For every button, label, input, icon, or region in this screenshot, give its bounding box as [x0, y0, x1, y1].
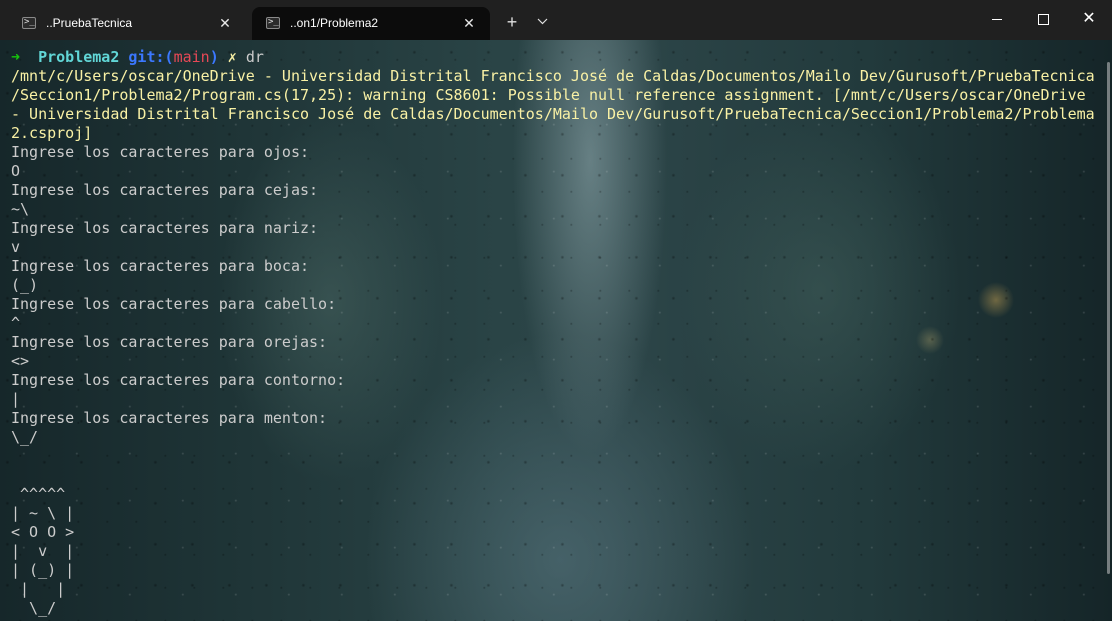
prompt-question: Ingrese los caracteres para boca:	[11, 257, 310, 275]
prompt-question: Ingrese los caracteres para contorno:	[11, 371, 346, 389]
face-art-line: ^^^^^	[11, 485, 66, 503]
title-bar[interactable]: >_ ..PruebaTecnica ✕ >_ ..on1/Problema2 …	[0, 0, 1112, 40]
close-tab-icon[interactable]: ✕	[458, 12, 480, 34]
minimize-icon	[992, 18, 1002, 20]
prompt-line: ➜ Problema2 git:(main) ✗ dr	[11, 48, 1096, 67]
terminal-icon: >_	[22, 17, 36, 29]
close-tab-icon[interactable]: ✕	[214, 12, 236, 34]
prompt-question: Ingrese los caracteres para ojos:	[11, 143, 310, 161]
prompt-directory: Problema2	[38, 48, 120, 66]
tab-title: ..PruebaTecnica	[46, 16, 133, 30]
dirty-marker: ✗	[227, 48, 237, 66]
prompt-question: Ingrese los caracteres para menton:	[11, 409, 328, 427]
face-art-line: | v |	[11, 542, 75, 560]
warning-line: /mnt/c/Users/oscar/OneDrive - Universida…	[11, 67, 1095, 85]
prompt-answer: ~\	[11, 200, 30, 218]
terminal-window: >_ ..PruebaTecnica ✕ >_ ..on1/Problema2 …	[0, 0, 1112, 621]
prompt-answer: <>	[11, 352, 30, 370]
prompt-answer: v	[11, 238, 21, 256]
prompt-question: Ingrese los caracteres para nariz:	[11, 219, 319, 237]
warning-line: /Seccion1/Problema2/Program.cs(17,25): w…	[11, 86, 1086, 104]
prompt-git-suffix: )	[209, 48, 219, 66]
chevron-down-icon[interactable]	[530, 10, 554, 34]
window-controls: ✕	[974, 0, 1112, 38]
tab-title: ..on1/Problema2	[290, 16, 379, 30]
new-tab-button[interactable]: +	[500, 10, 524, 34]
prompt-command: dr	[245, 48, 264, 66]
prompt-answer: |	[11, 390, 21, 408]
maximize-icon	[1037, 13, 1049, 25]
prompt-arrow-icon: ➜	[11, 48, 21, 66]
terminal-pane[interactable]: ➜ Problema2 git:(main) ✗ dr /mnt/c/Users…	[0, 40, 1112, 621]
prompt-question: Ingrese los caracteres para cabello:	[11, 295, 337, 313]
prompt-question: Ingrese los caracteres para orejas:	[11, 333, 328, 351]
prompt-git-prefix: git:(	[128, 48, 174, 66]
terminal-output: ➜ Problema2 git:(main) ✗ dr /mnt/c/Users…	[11, 48, 1096, 618]
terminal-icon: >_	[266, 17, 280, 29]
scrollbar-thumb[interactable]	[1107, 62, 1110, 574]
warning-line: - Universidad Distrital Francisco José d…	[11, 105, 1095, 123]
prompt-branch: main	[173, 48, 210, 66]
prompt-answer: \_/	[11, 428, 39, 446]
face-art-line: | (_) |	[11, 561, 75, 579]
tab-problema2[interactable]: >_ ..on1/Problema2 ✕	[252, 7, 490, 40]
close-icon: ✕	[1082, 10, 1096, 27]
minimize-button[interactable]	[974, 0, 1020, 38]
face-art-line: < O O >	[11, 523, 75, 541]
face-art-line: | |	[11, 580, 66, 598]
face-art-line: \_/	[11, 599, 57, 617]
tab-pruebatecnica[interactable]: >_ ..PruebaTecnica ✕	[8, 7, 246, 40]
maximize-button[interactable]	[1020, 0, 1066, 38]
prompt-answer: (_)	[11, 276, 39, 294]
close-window-button[interactable]: ✕	[1066, 0, 1112, 38]
prompt-answer: ^	[11, 314, 21, 332]
prompt-question: Ingrese los caracteres para cejas:	[11, 181, 319, 199]
warning-line: 2.csproj]	[11, 124, 93, 142]
face-art-line: | ~ \ |	[11, 504, 75, 522]
prompt-answer: O	[11, 162, 21, 180]
scrollbar[interactable]	[1106, 40, 1112, 621]
